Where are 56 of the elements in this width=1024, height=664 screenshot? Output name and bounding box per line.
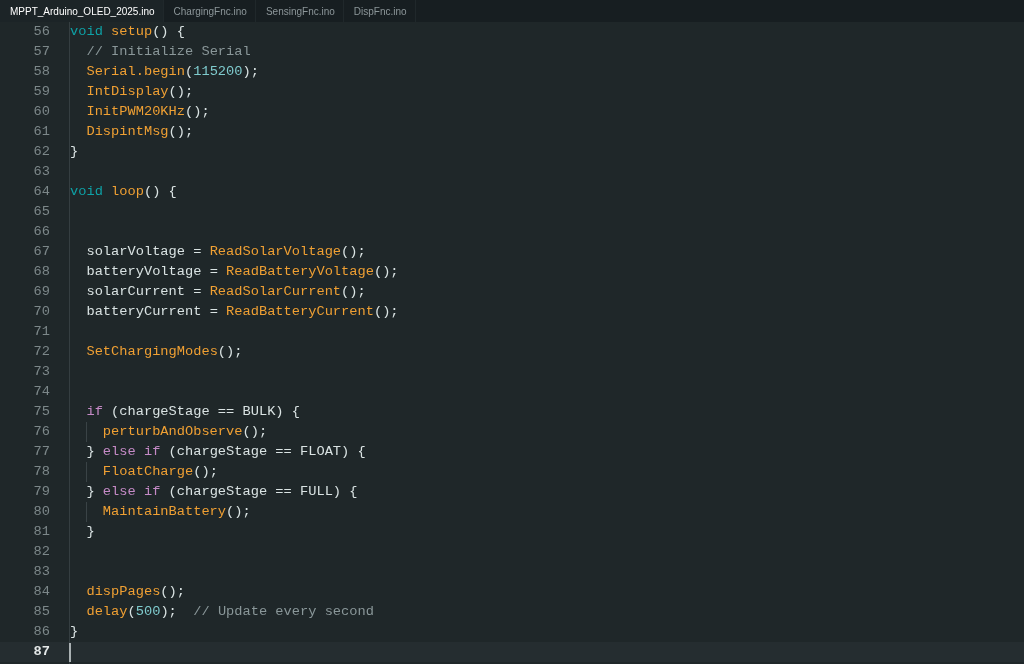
code-line: solarVoltage = ReadSolarVoltage();: [86, 243, 366, 261]
line-number: 71: [33, 323, 50, 341]
line-number: 72: [33, 343, 50, 361]
line-number: 62: [33, 143, 50, 161]
line-number: 63: [33, 163, 50, 181]
line-number: 68: [33, 263, 50, 281]
line-number: 86: [33, 623, 50, 641]
code-line: SetChargingModes();: [86, 343, 243, 361]
code-line: dispPages();: [86, 583, 185, 601]
code-line: MaintainBattery();: [102, 503, 251, 521]
line-number: 58: [33, 63, 50, 81]
file-tab[interactable]: MPPT_Arduino_OLED_2025.ino: [0, 0, 164, 22]
code-line: } else if (chargeStage == FLOAT) {: [86, 443, 366, 461]
code-line: } else if (chargeStage == FULL) {: [86, 483, 358, 501]
line-number: 56: [33, 23, 50, 41]
line-number: 61: [33, 123, 50, 141]
line-number: 73: [33, 363, 50, 381]
line-number: 57: [33, 43, 50, 61]
code-line: solarCurrent = ReadSolarCurrent();: [86, 283, 366, 301]
code-line: perturbAndObserve();: [102, 423, 268, 441]
code-line: Serial.begin(115200);: [86, 63, 259, 81]
line-number: 81: [33, 523, 50, 541]
line-number: 64: [33, 183, 50, 201]
line-number: 67: [33, 243, 50, 261]
line-number: 66: [33, 223, 50, 241]
code-line: if (chargeStage == BULK) {: [86, 403, 300, 421]
code-line: delay(500); // Update every second: [86, 603, 374, 621]
code-line: InitPWM20KHz();: [86, 103, 210, 121]
code-line: void loop() {: [70, 183, 177, 201]
line-number: 59: [33, 83, 50, 101]
line-number: 65: [33, 203, 50, 221]
line-number: 84: [33, 583, 50, 601]
line-number: 83: [33, 563, 50, 581]
line-number: 74: [33, 383, 50, 401]
line-number: 76: [33, 423, 50, 441]
line-number: 85: [33, 603, 50, 621]
code-line: IntDisplay();: [86, 83, 194, 101]
code-line: DispintMsg();: [86, 123, 194, 141]
code-line: // Initialize Serial: [86, 43, 251, 61]
line-number: 79: [33, 483, 50, 501]
code-line: void setup() {: [70, 23, 185, 41]
line-number: 80: [33, 503, 50, 521]
code-line: }: [70, 143, 79, 161]
code-line: batteryCurrent = ReadBatteryCurrent();: [86, 303, 399, 321]
line-number: 82: [33, 543, 50, 561]
line-number: 70: [33, 303, 50, 321]
line-number: 87: [33, 643, 50, 661]
line-number: 69: [33, 283, 50, 301]
code-line: FloatCharge();: [102, 463, 218, 481]
line-number: 60: [33, 103, 50, 121]
line-number: 77: [33, 443, 50, 461]
line-number: 75: [33, 403, 50, 421]
code-line: }: [70, 623, 79, 641]
line-number: 78: [33, 463, 50, 481]
code-line: batteryVoltage = ReadBatteryVoltage();: [86, 263, 399, 281]
code-line: }: [86, 523, 95, 541]
